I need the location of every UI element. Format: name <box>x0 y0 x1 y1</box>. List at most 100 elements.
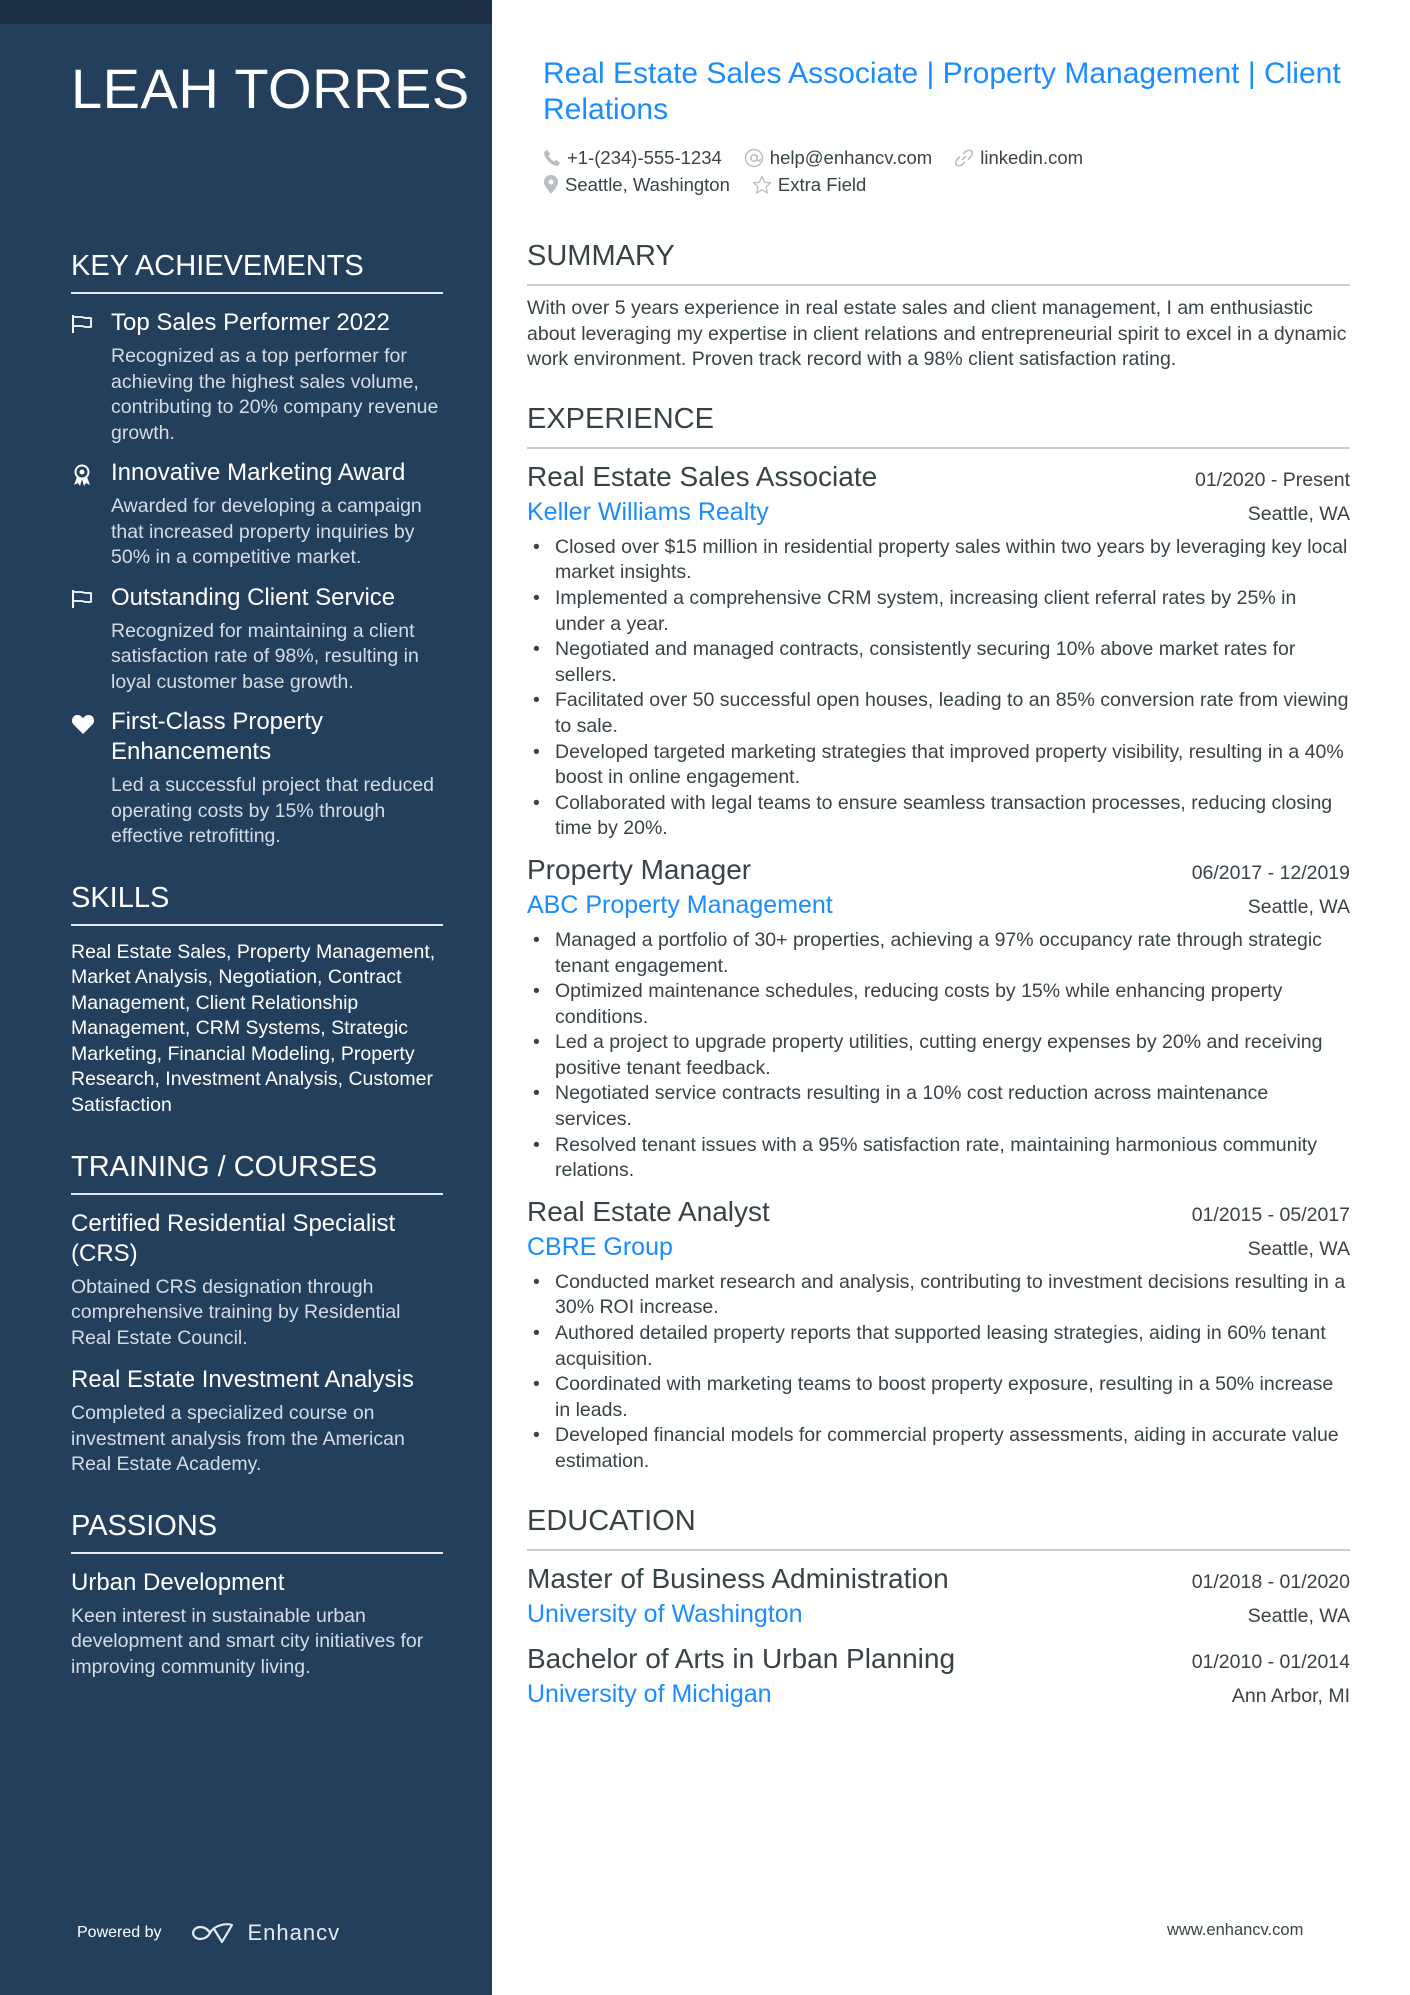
passions-section: PASSIONS Urban Development Keen interest… <box>71 1508 443 1681</box>
contact-info: +1-(234)-555-1234 help@enhancv.com linke… <box>543 144 1350 198</box>
training-section: TRAINING / COURSES Certified Residential… <box>71 1149 443 1478</box>
achievement-title: Top Sales Performer 2022 <box>111 309 390 336</box>
skills-list: Real Estate Sales, Property Management, … <box>71 940 436 1117</box>
bullet-item: Closed over $15 million in residential p… <box>527 535 1350 586</box>
achievement-item: Top Sales Performer 2022 Recognized as a… <box>71 308 443 446</box>
job-location: Seattle, WA <box>1247 502 1350 525</box>
achievement-desc: Recognized as a top performer for achiev… <box>111 345 439 444</box>
bullet-item: Facilitated over 50 successful open hous… <box>527 688 1350 739</box>
award-ribbon-icon <box>71 458 111 571</box>
bullet-item: Managed a portfolio of 30+ properties, a… <box>527 928 1350 979</box>
flag-icon <box>71 583 111 696</box>
bullet-item: Coordinated with marketing teams to boos… <box>527 1372 1350 1423</box>
job-title: Real Estate Analyst <box>527 1195 770 1227</box>
job-bullets: Conducted market research and analysis, … <box>527 1270 1350 1475</box>
headline: Real Estate Sales Associate | Property M… <box>543 57 1341 126</box>
education-location: Seattle, WA <box>1247 1604 1350 1627</box>
bullet-item: Collaborated with legal teams to ensure … <box>527 791 1350 842</box>
job-entry: Real Estate Analyst 01/2015 - 05/2017 CB… <box>527 1194 1350 1475</box>
education-dates: 01/2010 - 01/2014 <box>1191 1650 1350 1673</box>
bullet-item: Developed financial models for commercia… <box>527 1423 1350 1474</box>
contact-location: Seattle, Washington <box>543 174 730 196</box>
achievement-desc: Recognized for maintaining a client sati… <box>111 619 419 693</box>
job-bullets: Closed over $15 million in residential p… <box>527 535 1350 842</box>
achievement-item: Innovative Marketing Award Awarded for d… <box>71 458 443 571</box>
summary-section: SUMMARY With over 5 years experience in … <box>527 238 1350 373</box>
bullet-item: Negotiated service contracts resulting i… <box>527 1081 1350 1132</box>
course-item: Real Estate Investment Analysis Complete… <box>71 1365 443 1478</box>
skills-section: SKILLS Real Estate Sales, Property Manag… <box>71 880 443 1119</box>
job-dates: 01/2020 - Present <box>1194 468 1350 491</box>
achievements-heading: KEY ACHIEVEMENTS <box>71 248 443 294</box>
achievement-desc: Awarded for developing a campaign that i… <box>111 495 422 568</box>
job-entry: Property Manager 06/2017 - 12/2019 ABC P… <box>527 852 1350 1184</box>
powered-by-label: Powered by <box>77 1924 162 1941</box>
link-text: linkedin.com <box>980 146 1084 168</box>
job-company: ABC Property Management <box>527 890 833 919</box>
enhancv-logo-icon <box>191 1923 233 1944</box>
extra-text: Extra Field <box>777 173 867 195</box>
contact-phone: +1-(234)-555-1234 <box>543 147 722 169</box>
experience-section: EXPERIENCE Real Estate Sales Associate 0… <box>527 401 1350 1475</box>
education-section: EDUCATION Master of Business Administrat… <box>527 1503 1350 1711</box>
job-location: Seattle, WA <box>1247 1237 1350 1260</box>
school: University of Michigan <box>527 1679 772 1708</box>
main-column: Real Estate Sales Associate | Property M… <box>527 56 1350 1721</box>
candidate-name: LEAH TORRES <box>71 57 470 120</box>
education-location: Ann Arbor, MI <box>1231 1684 1350 1707</box>
star-icon <box>752 175 772 194</box>
location-text: Seattle, Washington <box>565 173 730 195</box>
course-item: Certified Residential Specialist (CRS) O… <box>71 1209 443 1352</box>
job-location: Seattle, WA <box>1247 895 1350 918</box>
enhancv-logo[interactable]: Enhancv <box>190 1920 341 1946</box>
bullet-item: Negotiated and managed contracts, consis… <box>527 637 1350 688</box>
job-dates: 01/2015 - 05/2017 <box>1191 1203 1350 1226</box>
contact-link[interactable]: linkedin.com <box>954 147 1083 169</box>
degree: Bachelor of Arts in Urban Planning <box>527 1642 956 1674</box>
sidebar: LEAH TORRES KEY ACHIEVEMENTS Top Sales P… <box>0 0 492 1995</box>
passion-desc: Keen interest in sustainable urban devel… <box>71 1604 424 1678</box>
training-heading: TRAINING / COURSES <box>71 1149 443 1195</box>
passions-heading: PASSIONS <box>71 1508 443 1554</box>
job-company: CBRE Group <box>527 1232 673 1261</box>
bullet-item: Implemented a comprehensive CRM system, … <box>527 586 1350 637</box>
footer-url[interactable]: www.enhancv.com <box>1167 1921 1303 1940</box>
job-company: Keller Williams Realty <box>527 497 769 526</box>
sidebar-content: KEY ACHIEVEMENTS Top Sales Performer 202… <box>71 248 443 1710</box>
achievement-title: Innovative Marketing Award <box>111 459 406 486</box>
bullet-item: Developed targeted marketing strategies … <box>527 740 1350 791</box>
at-icon <box>744 148 764 167</box>
achievement-desc: Led a successful project that reduced op… <box>111 774 435 847</box>
course-desc: Completed a specialized course on invest… <box>71 1402 405 1476</box>
contact-extra: Extra Field <box>752 174 866 196</box>
achievement-title: Outstanding Client Service <box>111 583 396 611</box>
location-pin-icon <box>544 174 558 194</box>
course-title: Certified Residential Specialist (CRS) <box>71 1209 396 1267</box>
link-icon <box>955 149 974 166</box>
flag-icon <box>71 308 111 446</box>
experience-heading: EXPERIENCE <box>527 401 1350 449</box>
brand-name: Enhancv <box>247 1920 341 1945</box>
education-dates: 01/2018 - 01/2020 <box>1191 1570 1350 1593</box>
education-entry: Master of Business Administration 01/201… <box>527 1561 1350 1631</box>
achievement-item: Outstanding Client Service Recognized fo… <box>71 583 443 696</box>
summary-heading: SUMMARY <box>527 238 1350 286</box>
bullet-item: Resolved tenant issues with a 95% satisf… <box>527 1133 1350 1184</box>
achievements-section: KEY ACHIEVEMENTS Top Sales Performer 202… <box>71 248 443 850</box>
achievement-item: First-Class Property Enhancements Led a … <box>71 707 443 850</box>
degree: Master of Business Administration <box>527 1562 949 1594</box>
job-dates: 06/2017 - 12/2019 <box>1191 861 1350 884</box>
contact-email[interactable]: help@enhancv.com <box>744 147 932 169</box>
job-title: Property Manager <box>527 853 752 885</box>
job-title: Real Estate Sales Associate <box>527 460 878 492</box>
sidebar-top-strip <box>0 0 492 24</box>
bullet-item: Led a project to upgrade property utilit… <box>527 1030 1350 1081</box>
bullet-item: Authored detailed property reports that … <box>527 1321 1350 1372</box>
bullet-item: Optimized maintenance schedules, reducin… <box>527 979 1350 1030</box>
phone-text: +1-(234)-555-1234 <box>567 146 722 168</box>
education-heading: EDUCATION <box>527 1503 1350 1551</box>
job-bullets: Managed a portfolio of 30+ properties, a… <box>527 928 1350 1184</box>
summary-text: With over 5 years experience in real est… <box>527 297 1347 371</box>
job-entry: Real Estate Sales Associate 01/2020 - Pr… <box>527 459 1350 842</box>
phone-icon <box>544 149 560 166</box>
